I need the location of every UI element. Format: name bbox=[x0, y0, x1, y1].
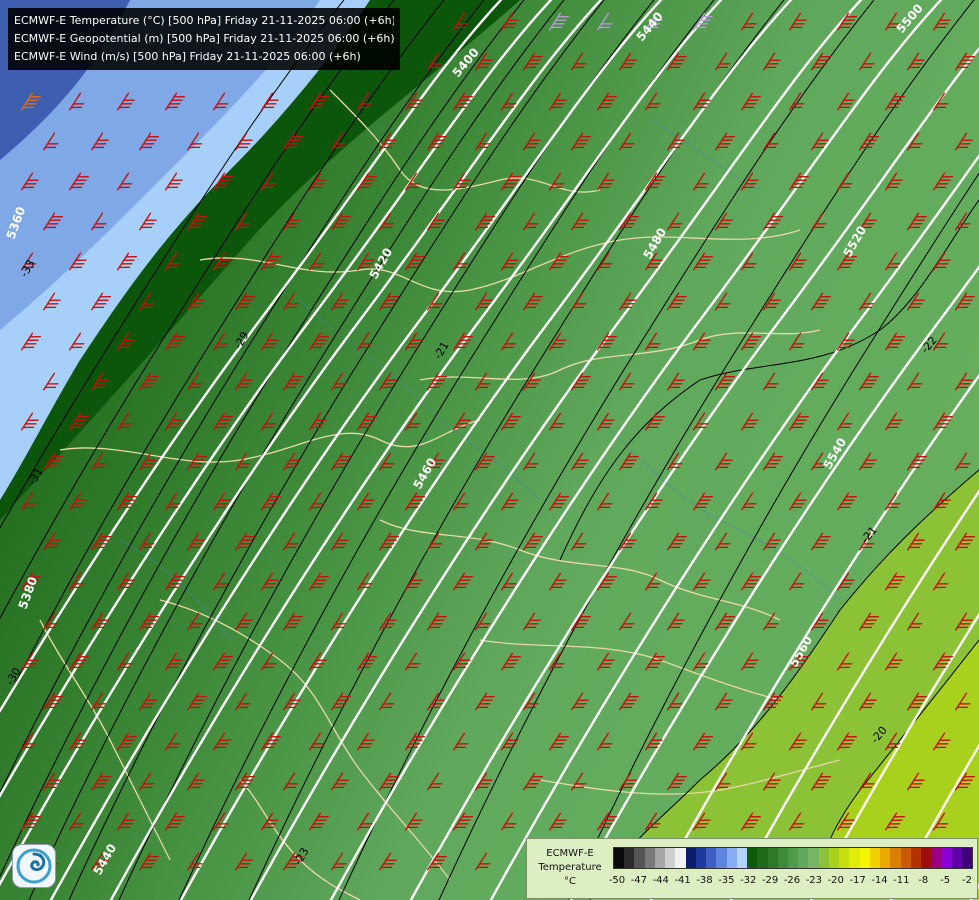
legend-tick-label: -50 bbox=[608, 875, 626, 886]
legend-swatch bbox=[951, 848, 962, 868]
legend-swatch bbox=[747, 848, 758, 868]
legend-tick-label: -14 bbox=[871, 875, 888, 886]
legend-swatch bbox=[654, 848, 666, 868]
legend-swatch bbox=[849, 848, 860, 868]
legend-tick-label: -5 bbox=[940, 875, 951, 886]
legend-swatch bbox=[859, 848, 870, 868]
legend-swatch bbox=[941, 848, 952, 868]
legend-tick-label: -47 bbox=[630, 875, 648, 886]
legend-swatch bbox=[787, 848, 799, 868]
ecmwf-logo-icon bbox=[12, 844, 56, 888]
legend-tick-labels: -50 -47 -44 -41 -38 -35 -32 -29 -26 -23 -20 -17 -14-… bbox=[609, 875, 972, 889]
legend-swatch bbox=[644, 848, 655, 868]
legend-swatch bbox=[798, 848, 809, 868]
legend-swatch bbox=[839, 848, 850, 868]
legend-tick-label: -44 bbox=[652, 875, 669, 886]
legend-swatch bbox=[777, 848, 788, 868]
legend-swatch bbox=[931, 848, 942, 868]
legend-color-bar bbox=[613, 847, 973, 869]
legend-tick-label: -26 bbox=[783, 875, 801, 886]
legend-swatch bbox=[910, 848, 922, 868]
legend-tick-label: -17 bbox=[849, 875, 866, 886]
legend-title-model: ECMWF-E bbox=[546, 848, 594, 859]
title-temperature: ECMWF-E Temperature (°C) [500 hPa] Frida… bbox=[14, 14, 394, 27]
legend-swatch bbox=[880, 848, 891, 868]
legend-swatch bbox=[665, 848, 676, 868]
legend-swatch bbox=[675, 848, 686, 868]
legend-swatch bbox=[808, 848, 819, 868]
legend-swatch bbox=[685, 848, 696, 868]
legend-swatch bbox=[716, 848, 727, 868]
legend-swatch bbox=[890, 848, 901, 868]
legend-swatch bbox=[961, 848, 973, 868]
legend-swatch bbox=[695, 848, 707, 868]
legend-swatch bbox=[624, 848, 635, 868]
legend-swatch bbox=[818, 848, 829, 868]
temperature-legend: ECMWF-E Temperature °C -50 -47 -44 -41 -38 -3… bbox=[526, 838, 978, 899]
map-canvas[interactable]: 5360538054005420544054605480550055205540… bbox=[0, 0, 979, 900]
legend-tick-label: -23 bbox=[805, 875, 823, 886]
title-geopotential: ECMWF-E Geopotential (m) [500 hPa] Frida… bbox=[14, 32, 394, 45]
title-wind: ECMWF-E Wind (m/s) [500 hPa] Friday 21-1… bbox=[14, 50, 361, 63]
legend-tick-label: -41 bbox=[674, 875, 691, 886]
legend-tick-label: -11 bbox=[893, 875, 910, 886]
legend-swatch bbox=[828, 848, 840, 868]
legend-title-variable: Temperature bbox=[538, 862, 602, 873]
legend-swatch bbox=[736, 848, 748, 868]
map-title-box: ECMWF-E Temperature (°C) [500 hPa] Frida… bbox=[8, 8, 400, 70]
legend-swatch bbox=[634, 848, 645, 868]
legend-swatch bbox=[706, 848, 717, 868]
legend-tick-label: -2 bbox=[962, 875, 972, 886]
legend-tick-label: -20 bbox=[827, 875, 844, 886]
legend-swatch bbox=[767, 848, 778, 868]
legend-swatch bbox=[900, 848, 911, 868]
legend-swatch bbox=[869, 848, 881, 868]
weather-map[interactable]: 5360 5380 5400 5420 5440 5460 5480 5500 5520 5540… bbox=[0, 0, 979, 900]
legend-tick-label: -38 bbox=[696, 875, 713, 886]
legend-tick-label: -32 bbox=[740, 875, 757, 886]
legend-tick-label: -8 bbox=[918, 875, 929, 886]
legend-swatch bbox=[921, 848, 932, 868]
legend-swatch bbox=[757, 848, 768, 868]
legend-swatch bbox=[614, 848, 625, 868]
legend-tick-label: -29 bbox=[761, 875, 779, 886]
legend-title-unit: °C bbox=[564, 876, 576, 887]
legend-title: ECMWF-E Temperature °C bbox=[529, 847, 611, 889]
legend-tick-label: -35 bbox=[718, 875, 735, 886]
legend-swatch bbox=[726, 848, 737, 868]
